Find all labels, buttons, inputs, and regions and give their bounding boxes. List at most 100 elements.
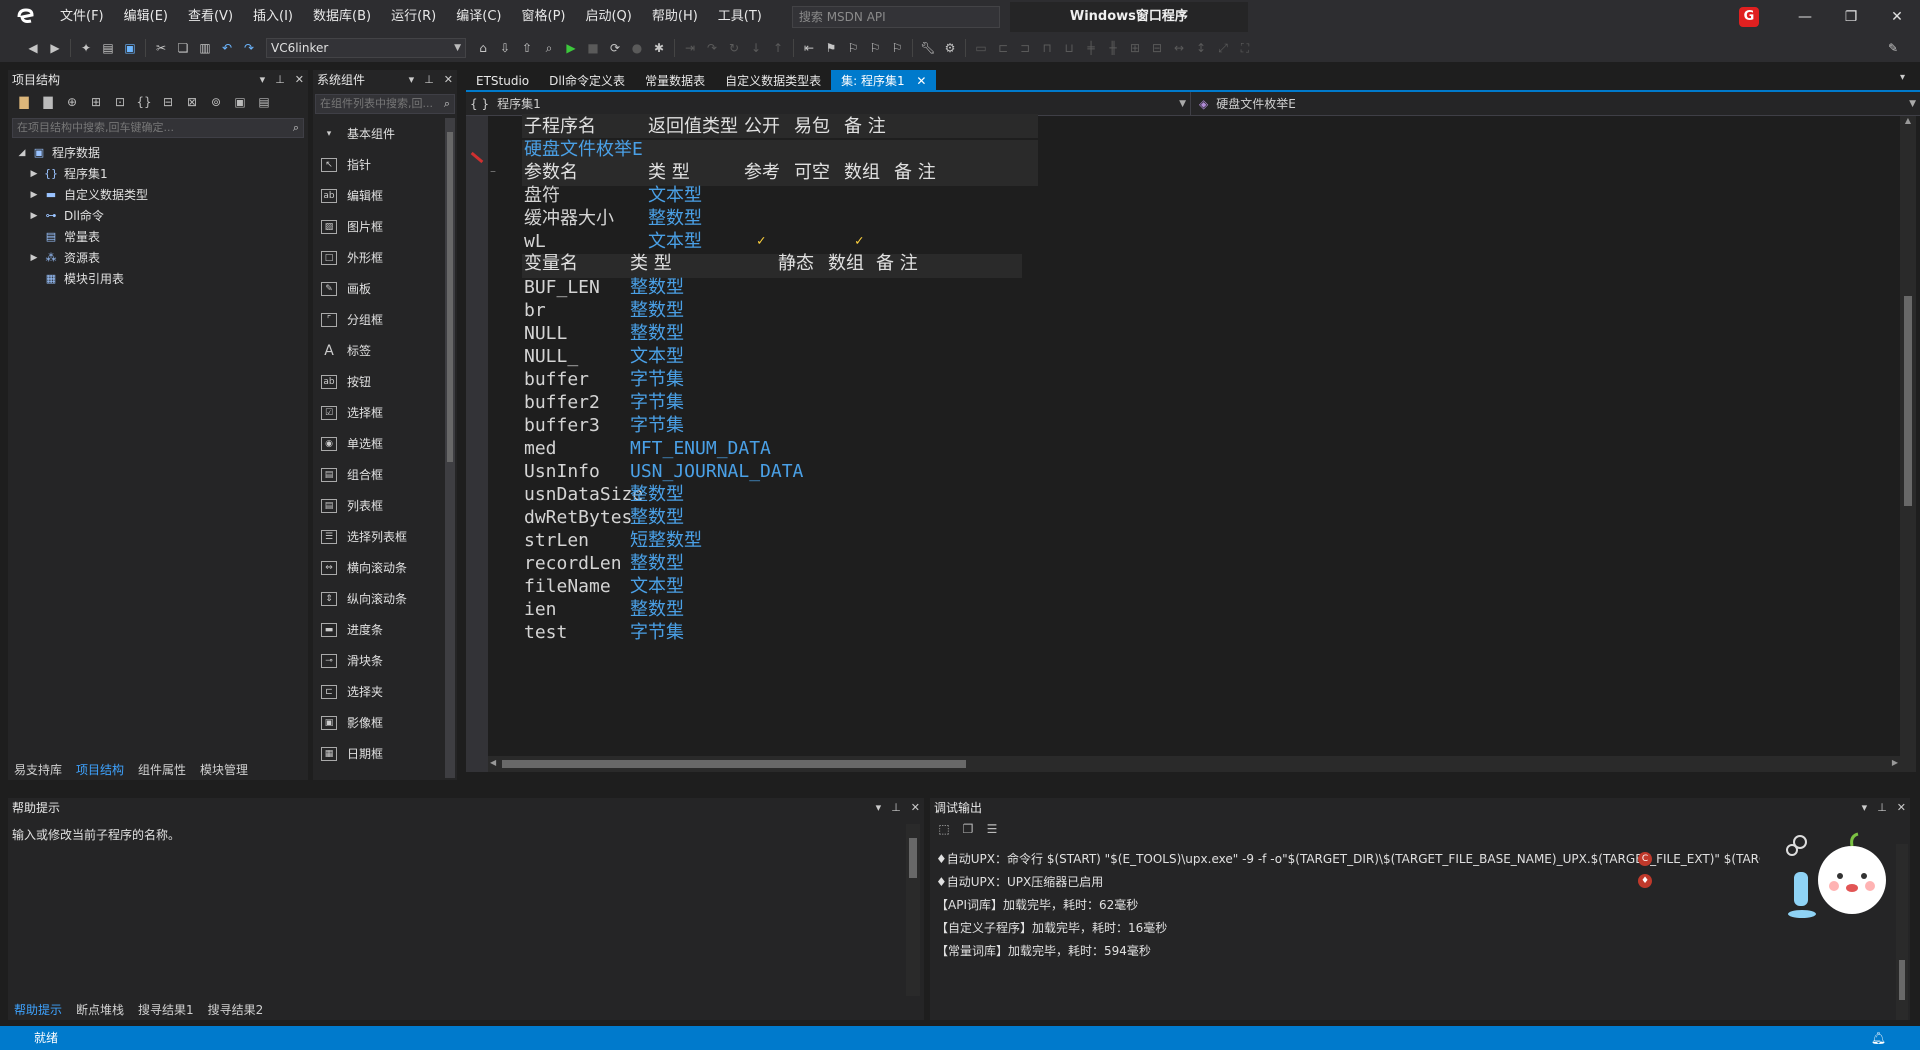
folder-gray-icon[interactable]: ▇	[38, 93, 58, 111]
align-top-icon[interactable]: ⊓	[1036, 37, 1058, 59]
align-right-icon[interactable]: ⊐	[1014, 37, 1036, 59]
scrollbar-thumb[interactable]	[909, 838, 917, 878]
align-bottom-icon[interactable]: ⊔	[1058, 37, 1080, 59]
component-item[interactable]: ▤ 组合框	[313, 459, 457, 490]
scroll-left-icon[interactable]: ◀	[490, 758, 496, 767]
tab-1[interactable]: 断点堆栈	[70, 1000, 130, 1020]
menu-item[interactable]: 编译(C)	[446, 0, 511, 34]
var-header-cell[interactable]: 备 注	[876, 250, 918, 277]
chevron-down-icon[interactable]: ▾	[260, 70, 266, 90]
step-over-icon[interactable]: ⇥	[679, 37, 701, 59]
arrow-up-icon[interactable]: ↑	[767, 37, 789, 59]
editor-tab[interactable]: 集: 程序集1 ✕	[831, 70, 937, 92]
editor-tab[interactable]: Dll命令定义表	[539, 70, 635, 92]
editor-tab[interactable]: 自定义数据类型表	[715, 70, 831, 92]
search-icon[interactable]: ⌕	[293, 119, 299, 137]
tab-overflow-icon[interactable]: ▾	[1900, 72, 1905, 83]
scrollbar-thumb[interactable]	[447, 132, 453, 462]
search-icon[interactable]: ⌕	[443, 95, 450, 113]
component-item[interactable]: ▤ 列表框	[313, 490, 457, 521]
run-icon[interactable]: ▶	[560, 37, 582, 59]
tab-3[interactable]: 搜寻结果2	[202, 1000, 270, 1020]
scrollbar-thumb[interactable]	[1899, 960, 1905, 1000]
editor-vscroll[interactable]: ▲	[1900, 116, 1916, 772]
center-h-icon[interactable]: ╪	[1080, 37, 1102, 59]
expand-arrow-icon[interactable]: ▶	[26, 253, 42, 263]
center-v-icon[interactable]: ╫	[1102, 37, 1124, 59]
clear-output-icon[interactable]: ☰	[982, 820, 1002, 838]
component-item[interactable]: ▬ 进度条	[313, 614, 457, 645]
same-height-icon[interactable]: ↕	[1190, 37, 1212, 59]
back-icon[interactable]: ◀	[22, 37, 44, 59]
notification-bell-icon[interactable]: 🔔︎	[1871, 1026, 1886, 1050]
scroll-right-icon[interactable]: ▶	[1892, 758, 1898, 767]
paste-icon[interactable]: ▥	[194, 37, 216, 59]
space-h-icon[interactable]: ⊞	[1124, 37, 1146, 59]
fit-icon[interactable]: ⛶	[1234, 37, 1256, 59]
sub-header-cell[interactable]: 备 注	[844, 113, 886, 140]
tab-0[interactable]: 帮助提示	[8, 1000, 68, 1020]
same-width-icon[interactable]: ↔	[1168, 37, 1190, 59]
var-header-cell[interactable]: 类 型	[630, 250, 672, 277]
save-icon[interactable]: ▣	[119, 37, 141, 59]
component-item[interactable]: □ 外形框	[313, 242, 457, 273]
close-icon[interactable]: ✕	[1897, 798, 1906, 818]
close-icon[interactable]: ✕	[295, 70, 304, 90]
space-v-icon[interactable]: ⊟	[1146, 37, 1168, 59]
tree-item[interactable]: ▤ 常量表	[8, 226, 308, 247]
close-icon[interactable]: ✕	[913, 74, 926, 88]
tab-1[interactable]: 项目结构	[70, 760, 130, 780]
component-item[interactable]: ◉ 单选框	[313, 428, 457, 459]
linker-select[interactable]: VC6linker ▼	[266, 38, 466, 58]
redo-icon[interactable]: ↷	[238, 37, 260, 59]
component-item[interactable]: ✎ 画板	[313, 273, 457, 304]
bookmark-icon[interactable]: ⚑	[820, 37, 842, 59]
component-scrollbar[interactable]	[445, 118, 455, 778]
component-item[interactable]: ↖ 指针	[313, 149, 457, 180]
component-item[interactable]: ab 编辑框	[313, 180, 457, 211]
open-folder-icon[interactable]: ▤	[97, 37, 119, 59]
copy-icon[interactable]: ❏	[172, 37, 194, 59]
bookmark-clear-icon[interactable]: ⚐	[886, 37, 908, 59]
close-icon[interactable]: ✕	[444, 70, 453, 90]
tree-item[interactable]: ◢ ▣ 程序数据	[8, 142, 308, 163]
menu-item[interactable]: 窗格(P)	[512, 0, 576, 34]
project-search-input[interactable]: 在项目结构中搜索,回车键确定... ⌕	[12, 118, 304, 138]
add-const-icon[interactable]: {}	[134, 93, 154, 111]
menu-item[interactable]: 查看(V)	[178, 0, 243, 34]
bookmark-next-icon[interactable]: ⚐	[864, 37, 886, 59]
tab-0[interactable]: 易支持库	[8, 760, 68, 780]
new-file-icon[interactable]: ✦	[75, 37, 97, 59]
collapse-arrow-icon[interactable]: ◢	[14, 148, 30, 158]
tree-item[interactable]: ▶{} 程序集1	[8, 163, 308, 184]
menu-item[interactable]: 文件(F)	[50, 0, 114, 34]
c-badge-icon[interactable]: C	[1638, 852, 1652, 866]
var-type[interactable]: 字节集	[630, 619, 684, 646]
tree-item[interactable]: ▦ 模块引用表	[8, 268, 308, 289]
param-header-cell[interactable]: 备 注	[894, 159, 936, 186]
code-editor[interactable]: – 子程序名 返回值类型 公开 易包备 注硬盘文件枚举E 参数名类 型参考 可空 数组备 注…	[466, 113, 1916, 772]
sub-header-cell[interactable]: 公开	[744, 113, 780, 140]
chevron-down-icon[interactable]: ▾	[409, 70, 415, 90]
brand-icon[interactable]: G	[1726, 0, 1772, 34]
add-type-icon[interactable]: ⊟	[158, 93, 178, 111]
menu-item[interactable]: 启动(Q)	[575, 0, 641, 34]
expand-arrow-icon[interactable]: ▶	[26, 169, 42, 179]
menu-item[interactable]: 编辑(E)	[114, 0, 178, 34]
add-res-icon[interactable]: ⊚	[206, 93, 226, 111]
component-item[interactable]: ⌜ 分组框	[313, 304, 457, 335]
subroutine-dropdown[interactable]: ◈ 硬盘文件枚举E ▼	[1191, 92, 1920, 116]
pin-icon[interactable]: ⊥	[1877, 798, 1887, 818]
shirt-icon[interactable]: ♦	[1638, 874, 1652, 888]
select-output-icon[interactable]: ⬚	[934, 820, 954, 838]
gear-icon[interactable]: ⚙	[939, 37, 961, 59]
component-item[interactable]: ⇕ 纵向滚动条	[313, 583, 457, 614]
compile-icon[interactable]: ⇩	[494, 37, 516, 59]
scrollbar-thumb[interactable]	[502, 760, 966, 768]
cut-icon[interactable]: ✂	[150, 37, 172, 59]
stop-icon[interactable]: ■	[582, 37, 604, 59]
scroll-up-icon[interactable]: ▲	[1900, 116, 1916, 125]
chevron-down-icon[interactable]: ▾	[1862, 798, 1868, 818]
close-button[interactable]: ✕	[1874, 0, 1920, 34]
pin-icon[interactable]: ⊥	[275, 70, 285, 90]
